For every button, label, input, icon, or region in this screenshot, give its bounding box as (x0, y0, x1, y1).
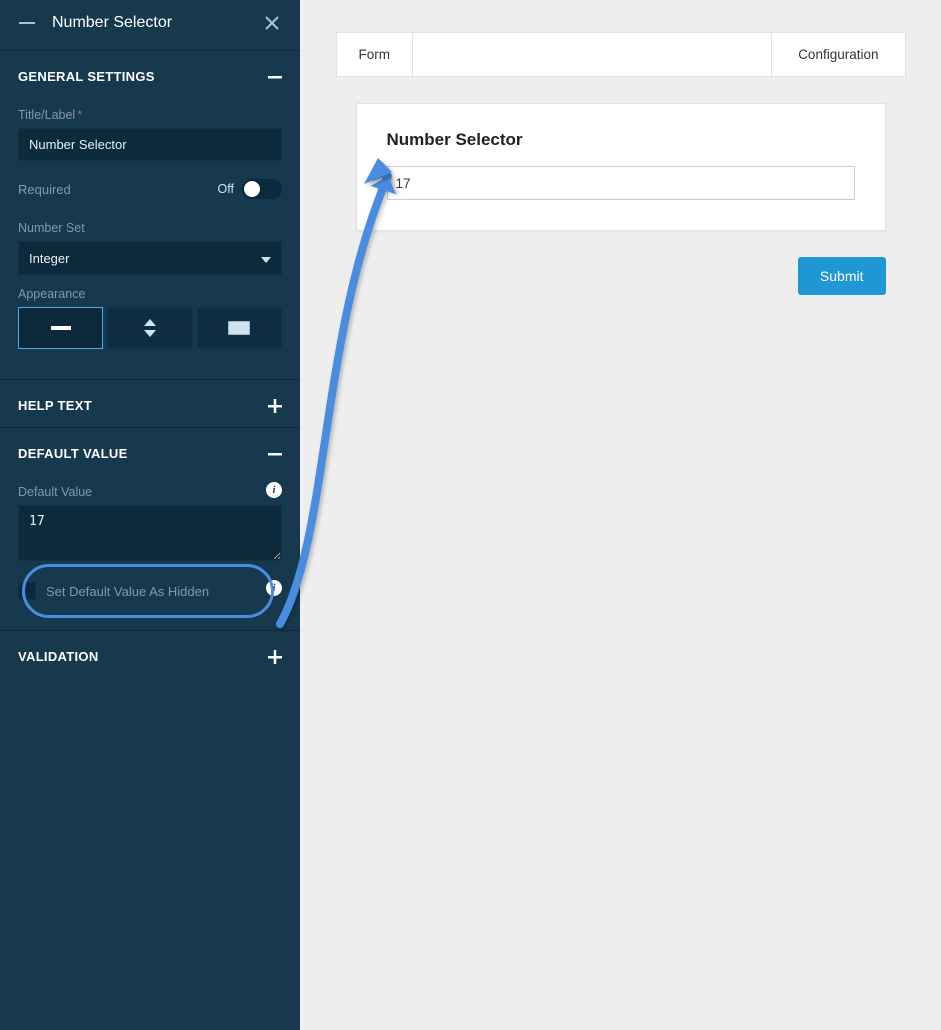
info-icon[interactable]: i (266, 482, 282, 498)
tab-form[interactable]: Form (337, 33, 414, 76)
select-value: Integer (29, 251, 69, 266)
expand-section-icon (268, 650, 282, 664)
required-toggle[interactable] (242, 179, 282, 199)
title-input[interactable] (18, 128, 282, 161)
info-icon[interactable]: i (266, 580, 282, 596)
submit-button[interactable]: Submit (798, 257, 886, 295)
submit-row: Submit (356, 257, 886, 295)
default-value-textarea[interactable] (18, 505, 282, 561)
main-area: Form Configuration Number Selector Submi… (300, 0, 941, 1030)
section-validation-header[interactable]: VALIDATION (0, 631, 300, 678)
appearance-option-line[interactable] (18, 307, 103, 349)
numberset-select[interactable]: Integer (18, 241, 282, 275)
preview-tabs: Form Configuration (336, 32, 906, 77)
appearance-segmented (18, 307, 282, 349)
required-row: Required Off (18, 179, 282, 199)
section-helptext-header[interactable]: HELP TEXT (0, 380, 300, 427)
section-general: GENERAL SETTINGS Title/Label* Required O… (0, 50, 300, 379)
preview-number-input[interactable] (387, 166, 855, 200)
chevron-down-icon (261, 251, 271, 266)
section-defaultvalue-body: Default Value i Set Default Value As Hid… (0, 485, 300, 630)
field-label: Default Value (18, 485, 282, 499)
field-label: Title/Label* (18, 108, 282, 122)
sidebar-title: Number Selector (36, 14, 262, 32)
hidden-default-checkbox[interactable] (18, 582, 36, 600)
appearance-option-stepper[interactable] (107, 307, 192, 349)
switch-state: Off (218, 182, 234, 196)
collapse-section-icon (268, 447, 282, 461)
field-appearance: Appearance (18, 287, 282, 349)
field-default-value: Default Value i (18, 485, 282, 564)
section-defaultvalue: DEFAULT VALUE Default Value i Set Defaul… (0, 427, 300, 630)
tab-configuration[interactable]: Configuration (771, 33, 904, 76)
expand-section-icon (268, 399, 282, 413)
field-label: Number Set (18, 221, 282, 235)
properties-sidebar: Number Selector GENERAL SETTINGS Title/L… (0, 0, 300, 1030)
field-label: Appearance (18, 287, 282, 301)
field-title-label: Title/Label* (18, 108, 282, 161)
section-defaultvalue-header[interactable]: DEFAULT VALUE (0, 428, 300, 475)
hidden-default-label: Set Default Value As Hidden (46, 584, 209, 599)
section-title: DEFAULT VALUE (18, 446, 128, 461)
required-asterisk: * (77, 108, 82, 122)
collapse-icon[interactable] (18, 18, 36, 28)
collapse-section-icon (268, 70, 282, 84)
hidden-default-row: Set Default Value As Hidden i (18, 576, 282, 606)
required-label: Required (18, 182, 71, 197)
close-icon[interactable] (262, 16, 282, 30)
section-helptext: HELP TEXT (0, 379, 300, 427)
appearance-option-box[interactable] (197, 307, 282, 349)
section-title: HELP TEXT (18, 398, 92, 413)
section-title: VALIDATION (18, 649, 99, 664)
required-switch-wrap: Off (218, 179, 282, 199)
hidden-default-highlight: Set Default Value As Hidden i (18, 576, 282, 606)
preview-title: Number Selector (387, 130, 855, 150)
section-general-body: Title/Label* Required Off Number Set Int… (0, 108, 300, 379)
section-general-header[interactable]: GENERAL SETTINGS (0, 51, 300, 98)
preview-card: Number Selector (356, 103, 886, 231)
field-numberset: Number Set Integer (18, 221, 282, 275)
section-title: GENERAL SETTINGS (18, 69, 155, 84)
section-validation: VALIDATION (0, 630, 300, 678)
sidebar-header: Number Selector (0, 0, 300, 50)
